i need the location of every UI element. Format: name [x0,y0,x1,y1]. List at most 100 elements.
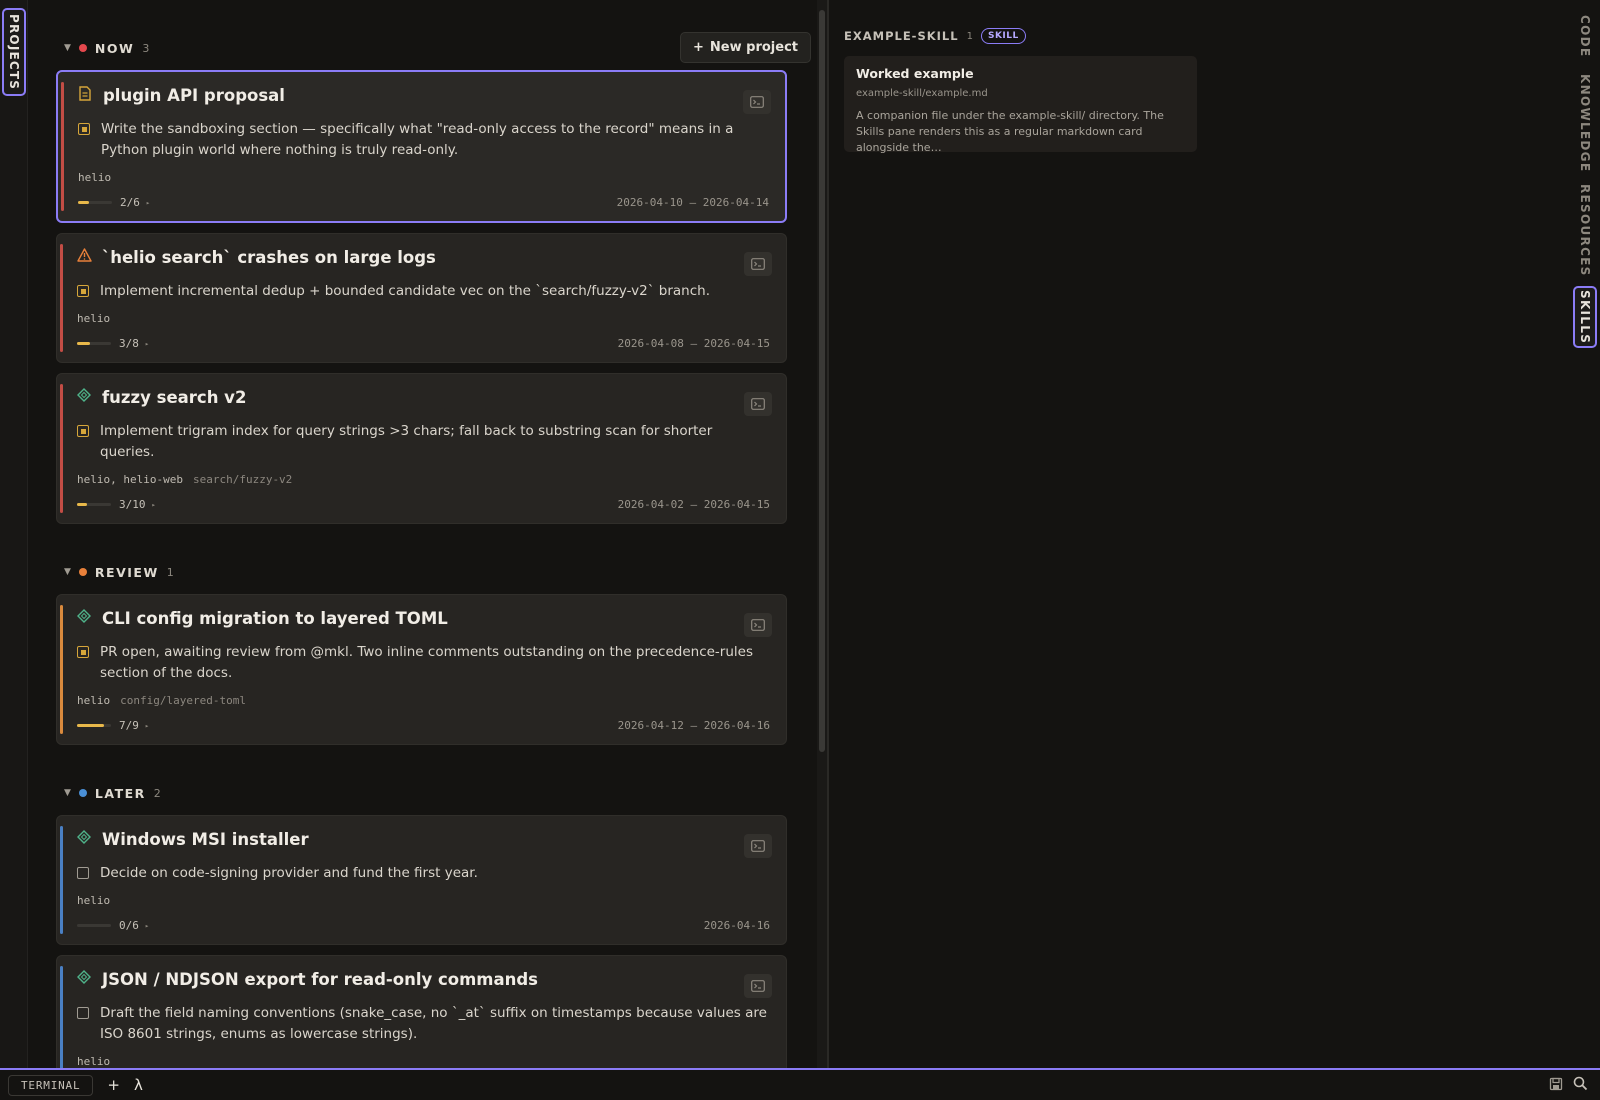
project-card[interactable]: plugin API proposal Write the sandboxing… [56,70,787,223]
task-text: Write the sandboxing section — specifica… [101,121,734,158]
project-card[interactable]: fuzzy search v2 Implement trigram index … [56,373,787,524]
terminal-icon [751,255,765,274]
project-card[interactable]: Windows MSI installer Decide on code-sig… [56,815,787,945]
tab-label: KNOWLEDGE [1578,73,1592,173]
collapse-caret-icon[interactable]: ▼ [64,788,71,798]
progress-count: 7/9 [119,719,139,732]
expand-caret-icon[interactable]: ▸ [145,722,149,730]
date-range: 2026-04-02 — 2026-04-15 [617,498,770,511]
task-checkbox[interactable] [77,1007,89,1019]
progress-fill [77,724,104,727]
document-icon [78,85,94,102]
open-terminal-button[interactable] [744,834,772,858]
card-accent [61,82,64,211]
projects-tab[interactable]: PROJECTS [2,8,26,96]
tab-code[interactable]: CODE [1573,14,1597,58]
tab-label: SKILLS [1578,289,1592,345]
card-title: JSON / NDJSON export for read-only comma… [102,970,539,989]
projects-tab-label: PROJECTS [7,13,21,91]
terminal-icon [751,977,765,996]
card-accent [60,966,63,1068]
section-title: LATER [94,785,146,801]
card-accent [60,244,63,352]
expand-caret-icon[interactable]: ▸ [145,340,149,348]
new-project-button[interactable]: + New project [680,32,811,63]
tab-label: CODE [1578,14,1592,58]
skill-badge: SKILL [980,28,1026,44]
task-text: Draft the field naming conventions (snak… [100,1005,767,1042]
tab-skills[interactable]: SKILLS [1573,286,1597,348]
task-checkbox[interactable] [78,123,90,135]
expand-caret-icon[interactable]: ▸ [152,501,156,509]
projects-scrollbar[interactable] [817,0,827,1068]
open-terminal-button[interactable] [744,613,772,637]
task-text: PR open, awaiting review from @mkl. Two … [100,644,753,681]
progress-count: 3/10 [119,498,146,511]
section-header-later[interactable]: ▼ LATER 2 [56,781,817,805]
lambda-button[interactable]: λ [134,1076,143,1094]
skill-card-description: A companion file under the example-skill… [856,109,1164,154]
progress-bar [77,503,111,506]
status-dot [78,44,87,52]
collapse-caret-icon[interactable]: ▼ [64,567,71,577]
open-terminal-button[interactable] [744,392,772,416]
branch-name: search/fuzzy-v2 [192,473,293,486]
expand-caret-icon[interactable]: ▸ [145,922,149,930]
skill-card[interactable]: Worked example example-skill/example.md … [844,56,1197,154]
repo-list: helio [77,1055,111,1068]
progress-fill [78,201,90,204]
save-icon[interactable] [1549,1076,1563,1095]
skill-count: 1 [966,30,973,42]
terminal-tab[interactable]: TERMINAL [8,1074,94,1096]
project-card[interactable]: JSON / NDJSON export for read-only comma… [56,955,787,1068]
tab-label: RESOURCES [1578,183,1592,277]
open-terminal-button[interactable] [744,974,772,998]
task-checkbox[interactable] [77,285,89,297]
left-rail: PROJECTS [0,0,28,1068]
scrollbar-thumb[interactable] [819,10,825,752]
terminal-icon [751,395,765,414]
tab-knowledge[interactable]: KNOWLEDGE [1573,74,1597,172]
repo-list: helio, helio-web [77,473,183,486]
skill-card-title: Worked example [856,66,974,81]
section-count: 1 [166,565,174,579]
terminal-icon [750,93,764,112]
card-title: CLI config migration to layered TOML [102,609,448,628]
tab-resources[interactable]: RESOURCES [1573,183,1597,277]
section-header-now[interactable]: ▼ NOW 3 + New project [56,32,817,63]
progress-count: 2/6 [120,196,140,209]
section-title: NOW [94,40,135,56]
open-terminal-button[interactable] [744,252,772,276]
search-icon[interactable] [1573,1076,1588,1095]
diamond-icon [77,969,93,986]
progress-bar [77,924,111,927]
expand-caret-icon[interactable]: ▸ [146,199,150,207]
task-checkbox[interactable] [77,425,89,437]
section-count: 2 [153,786,161,800]
task-text: Implement incremental dedup + bounded ca… [100,283,710,299]
task-text: Implement trigram index for query string… [100,423,713,460]
task-checkbox[interactable] [77,867,89,879]
task-checkbox[interactable] [77,646,89,658]
card-accent [60,605,63,734]
date-range: 2026-04-10 — 2026-04-14 [616,196,769,209]
collapse-caret-icon[interactable]: ▼ [64,43,71,53]
card-title: Windows MSI installer [102,830,309,849]
progress-count: 3/8 [119,337,139,350]
progress-bar [77,342,111,345]
diamond-icon [77,829,93,846]
section-header-review[interactable]: ▼ REVIEW 1 [56,560,817,584]
project-card[interactable]: `helio search` crashes on large logs Imp… [56,233,787,363]
add-terminal-button[interactable]: + [107,1076,120,1094]
new-project-label: New project [709,40,798,55]
progress-bar [77,724,111,727]
project-card[interactable]: CLI config migration to layered TOML PR … [56,594,787,745]
progress-fill [77,342,90,345]
skill-header: EXAMPLE-SKILL 1 SKILL [844,28,1026,44]
skill-card-path: example-skill/example.md [856,88,988,99]
date-range: 2026-04-16 [703,919,770,932]
status-dot [78,568,87,576]
open-terminal-button[interactable] [743,90,771,114]
projects-list: ▼ NOW 3 + New project plugin API proposal… [28,0,817,1068]
branch-name: config/layered-toml [120,694,246,707]
